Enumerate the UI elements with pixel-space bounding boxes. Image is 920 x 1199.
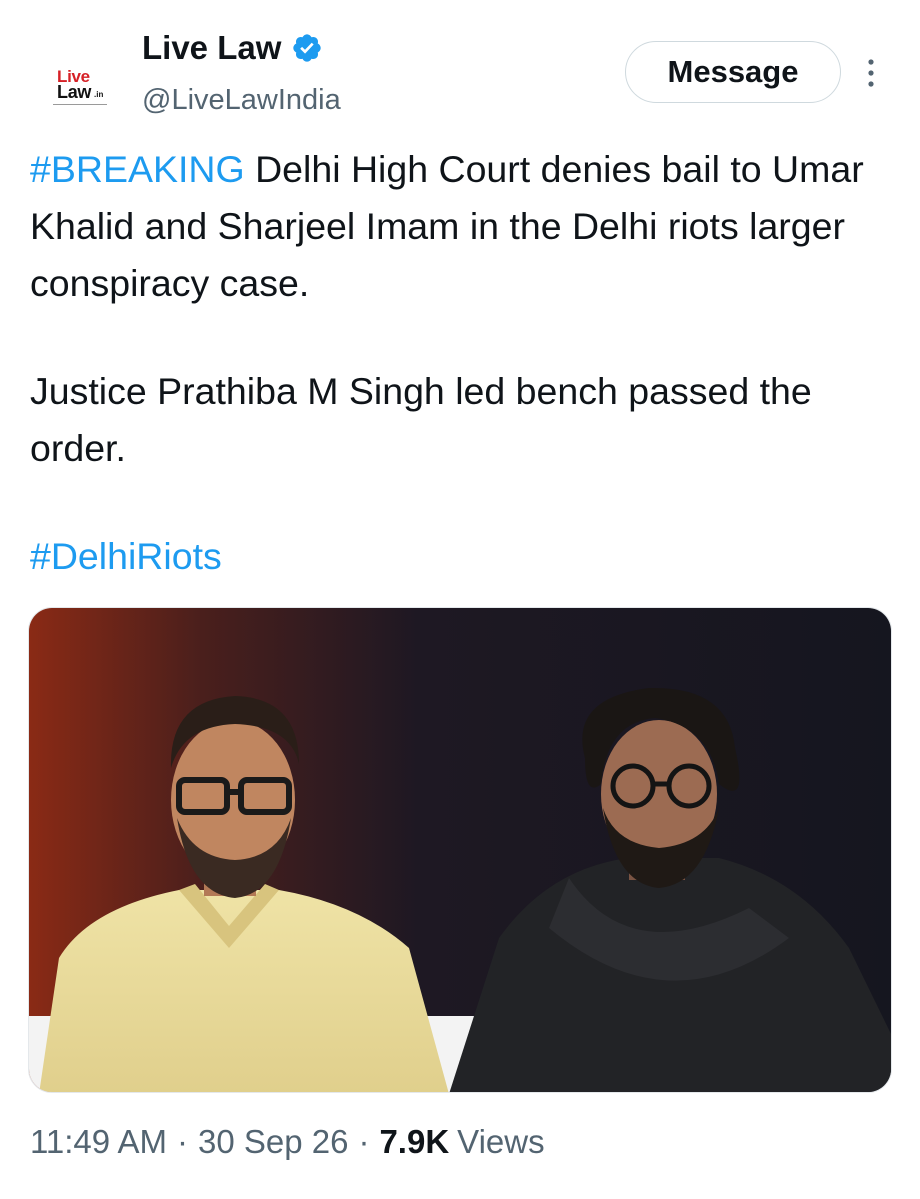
- hashtag-delhiriots[interactable]: #DelhiRiots: [30, 535, 222, 577]
- message-button[interactable]: Message: [625, 41, 841, 103]
- logo-text-law: Law: [57, 82, 92, 102]
- meta-separator: ·: [358, 1123, 370, 1160]
- logo-text-suffix: .in: [94, 90, 104, 99]
- tweet-time[interactable]: 11:49 AM: [30, 1123, 167, 1160]
- livelaw-logo: Live Law .in: [39, 60, 113, 112]
- media-photo-illustration: [29, 608, 891, 1092]
- views-count: 7.9K: [379, 1123, 450, 1160]
- hashtag-breaking[interactable]: #BREAKING: [30, 148, 245, 190]
- author-display-name[interactable]: Live Law: [142, 28, 281, 68]
- tweet-media-photo[interactable]: [28, 607, 892, 1093]
- tweet-date[interactable]: 30 Sep 26: [198, 1123, 348, 1160]
- tweet-text: #BREAKING Delhi High Court denies bail t…: [30, 141, 890, 585]
- logo-rule: [53, 104, 107, 105]
- tweet-paragraph-3: #DelhiRiots: [30, 528, 890, 585]
- meta-separator: ·: [176, 1123, 188, 1160]
- tweet-paragraph-2: Justice Prathiba M Singh led bench passe…: [30, 370, 812, 469]
- author-handle[interactable]: @LiveLawIndia: [142, 82, 341, 118]
- verified-badge-icon: [293, 34, 322, 62]
- views-label: Views: [457, 1123, 545, 1160]
- more-vertical-icon[interactable]: [858, 56, 884, 90]
- author-name-row[interactable]: Live Law: [142, 28, 323, 68]
- tweet-meta: 11:49 AM · 30 Sep 26 · 7.9K Views: [30, 1120, 545, 1164]
- tweet-paragraph-1: #BREAKING Delhi High Court denies bail t…: [30, 141, 890, 312]
- author-avatar[interactable]: Live Law .in: [28, 38, 124, 134]
